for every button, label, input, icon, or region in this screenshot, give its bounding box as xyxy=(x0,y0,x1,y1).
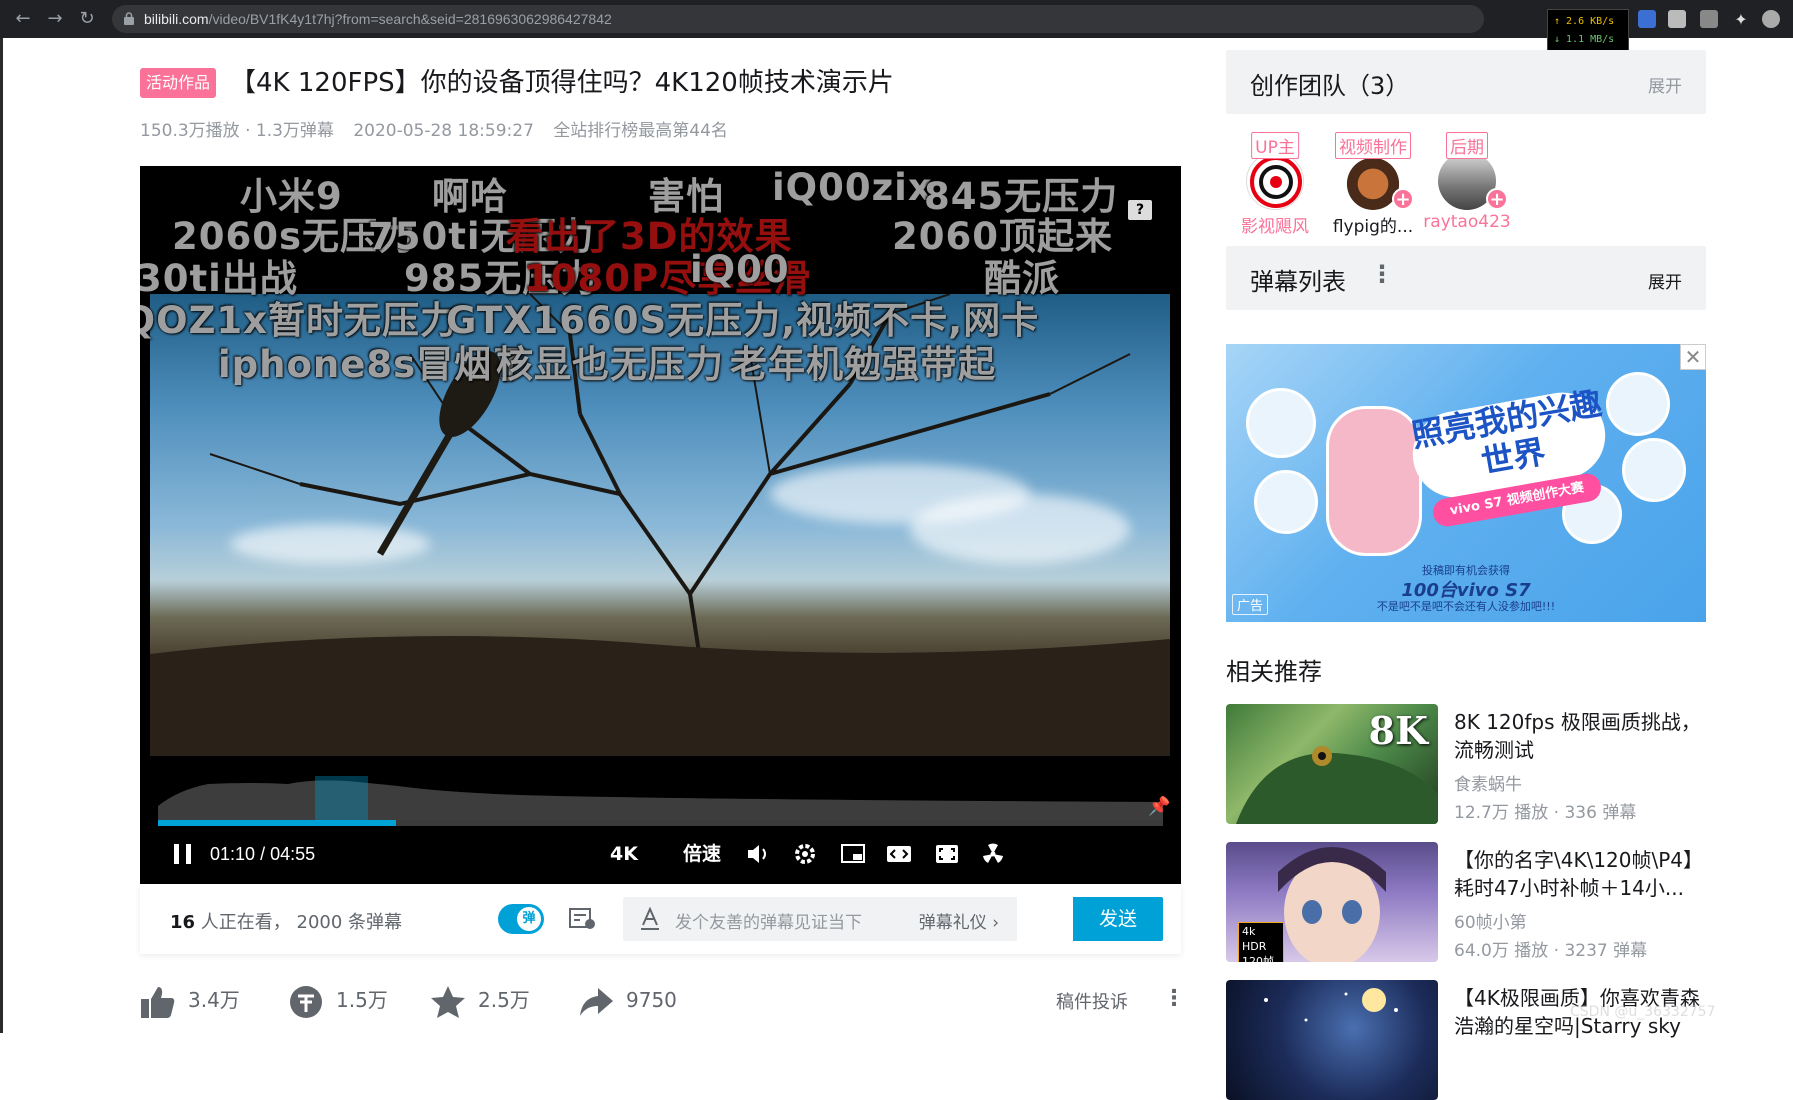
watermark-text: CSDN @u_36332757 xyxy=(1570,1004,1716,1020)
recommend-stats: 12.7万 播放 · 336 弹幕 xyxy=(1454,803,1637,823)
video-thumbnail[interactable] xyxy=(1226,980,1438,1100)
follow-plus-icon[interactable]: + xyxy=(1486,188,1508,210)
ad-banner[interactable]: 照亮我的兴趣世界 vivo S7 视频创作大赛 投稿即有机会获得 100台viv… xyxy=(1226,344,1706,622)
coin-icon xyxy=(290,985,322,1018)
danmaku-list-title: 弹幕列表 xyxy=(1250,268,1346,296)
danmaku-etiquette-link[interactable]: 弹幕礼仪 › xyxy=(919,908,999,933)
member-name[interactable]: 影视飓风 xyxy=(1220,212,1330,237)
video-player[interactable]: 小米9 啊哈 害怕 iQ00zix 845无压力 2060s无压力 750ti无… xyxy=(140,166,1181,884)
ad-label: 广告 xyxy=(1232,594,1269,615)
help-icon[interactable]: ? xyxy=(1128,200,1152,220)
ad-person-image xyxy=(1622,438,1686,502)
danmaku-text: iphone8s冒烟了 xyxy=(218,343,531,386)
progress-fill xyxy=(158,820,397,826)
lock-icon xyxy=(124,12,134,25)
recommend-video-title[interactable]: 8K 120fps 极限画质挑战，流畅测试 xyxy=(1454,708,1706,764)
recommend-stats: 64.0万 播放 · 3237 弹幕 xyxy=(1454,941,1648,961)
recommend-video-title[interactable]: 【你的名字\4K\120帧\P4】耗时47小时补帧＋14小... xyxy=(1454,846,1706,902)
danmaku-list-menu-icon[interactable]: ⋮ xyxy=(1370,260,1394,288)
ad-person-image xyxy=(1254,470,1318,534)
rank-info[interactable]: 全站排行榜最高第44名 xyxy=(553,121,728,141)
viewer-count: 16 人正在看， 2000 条弹幕 xyxy=(170,912,403,933)
ad-text: 不是吧不是吧不会还有人没参加吧!!! xyxy=(1376,600,1556,613)
star-icon xyxy=(431,985,465,1018)
like-button[interactable]: 3.4万 xyxy=(140,980,240,1020)
danmaku-text: 核显也无压力 xyxy=(496,343,724,386)
publish-date: 2020-05-28 18:59:27 xyxy=(353,121,534,141)
danmaku-placeholder: 发个友善的弹幕见证当下 xyxy=(675,913,862,933)
video-thumbnail[interactable]: 4k HDR 120帧 xyxy=(1226,842,1438,962)
avatar[interactable] xyxy=(1246,152,1304,210)
danmaku-list-header[interactable]: 弹幕列表 ⋮ 展开 xyxy=(1226,246,1706,310)
radiation-icon[interactable] xyxy=(980,842,1006,866)
report-link[interactable]: 稿件投诉 xyxy=(1056,988,1128,1014)
time-display: 01:10 / 04:55 xyxy=(210,844,316,864)
puzzle-extensions-icon[interactable]: ✦ xyxy=(1732,10,1750,29)
back-icon[interactable]: ← xyxy=(12,8,34,30)
share-button[interactable]: 9750 xyxy=(578,980,677,1020)
reload-icon[interactable]: ↻ xyxy=(76,8,98,30)
close-icon[interactable]: ✕ xyxy=(1680,344,1706,370)
quality-button[interactable]: 4K xyxy=(610,834,638,874)
activity-tag[interactable]: 活动作品 xyxy=(140,68,217,98)
ad-person-image xyxy=(1246,388,1316,458)
fullscreen-icon[interactable] xyxy=(934,842,960,866)
share-arrow-icon xyxy=(580,987,613,1016)
role-badge: 后期 xyxy=(1446,132,1488,159)
speed-button[interactable]: 倍速 xyxy=(683,834,721,874)
recommend-uploader[interactable]: 食素蜗牛 xyxy=(1454,770,1522,795)
recommend-title: 相关推荐 xyxy=(1226,658,1322,686)
url-text: bilibili.com/video/BV1fK4y1t7hj?from=sea… xyxy=(144,11,612,27)
widescreen-icon[interactable] xyxy=(886,842,912,866)
recommend-item[interactable]: 4k HDR 120帧 【你的名字\4K\120帧\P4】耗时47小时补帧＋14… xyxy=(1226,842,1706,962)
picture-in-picture-icon[interactable] xyxy=(840,842,866,866)
follow-plus-icon[interactable]: + xyxy=(1392,188,1414,210)
recommend-item[interactable]: 8K 8K 120fps 极限画质挑战，流畅测试 食素蜗牛 12.7万 播放 ·… xyxy=(1226,704,1706,824)
video-title: 【4K 120FPS】你的设备顶得住吗？4K120帧技术演示片 xyxy=(230,68,894,98)
coin-button[interactable]: 1.5万 xyxy=(288,980,388,1020)
volume-icon[interactable] xyxy=(746,842,772,866)
danmaku-toggle-knob: 弹 xyxy=(517,907,541,931)
team-members: UP主 影视飓风 + 视频制作 flypig的... + 后期 raytao42… xyxy=(1226,0,1706,240)
settings-gear-icon[interactable] xyxy=(792,842,818,866)
danmaku-list-expand-button[interactable]: 展开 xyxy=(1648,268,1682,293)
play-count: 150.3万播放 · 1.3万弹幕 xyxy=(140,121,334,141)
thumbs-up-icon xyxy=(141,986,175,1018)
pause-icon[interactable] xyxy=(170,842,196,866)
thumbnail-badge: 4k HDR 120帧 xyxy=(1238,922,1284,962)
send-button[interactable]: 发送 xyxy=(1073,897,1163,941)
thumbnail-badge: 8K xyxy=(1368,708,1428,753)
danmaku-input[interactable]: 发个友善的弹幕见证当下 弹幕礼仪 › xyxy=(623,897,1017,941)
favorite-button[interactable]: 2.5万 xyxy=(430,980,530,1020)
recommend-uploader[interactable]: 60帧小第 xyxy=(1454,908,1527,933)
video-meta: 150.3万播放 · 1.3万弹幕 2020-05-28 18:59:27 全站… xyxy=(140,116,742,141)
video-thumbnail[interactable]: 8K xyxy=(1226,704,1438,824)
forward-icon[interactable]: → xyxy=(44,8,66,30)
danmaku-toggle[interactable]: 弹 xyxy=(498,904,544,934)
window-edge xyxy=(0,38,3,1033)
role-badge: UP主 xyxy=(1251,132,1299,159)
recommend-item[interactable]: 【4K极限画质】你喜欢青森浩瀚的星空吗|Starry sky xyxy=(1226,980,1706,1100)
more-menu-icon[interactable]: ⋮ xyxy=(1163,986,1185,1011)
text-style-icon[interactable] xyxy=(639,907,661,931)
profile-avatar-icon[interactable] xyxy=(1762,10,1780,28)
danmaku-text: iQ00 xyxy=(690,248,790,291)
danmaku-send-bar: 16 人正在看， 2000 条弹幕 弹 发个友善的弹幕见证当下 弹幕礼仪 › xyxy=(140,884,1181,954)
danmaku-text: iQ00zix xyxy=(772,166,933,209)
danmaku-text: 老年机勉强带起 xyxy=(730,343,996,386)
highlight-waveform xyxy=(158,776,1163,820)
member-name[interactable]: raytao423 xyxy=(1412,212,1522,232)
role-badge: 视频制作 xyxy=(1335,132,1411,159)
danmaku-settings-icon[interactable] xyxy=(568,906,598,932)
pin-icon[interactable]: 📌 xyxy=(1148,796,1170,817)
